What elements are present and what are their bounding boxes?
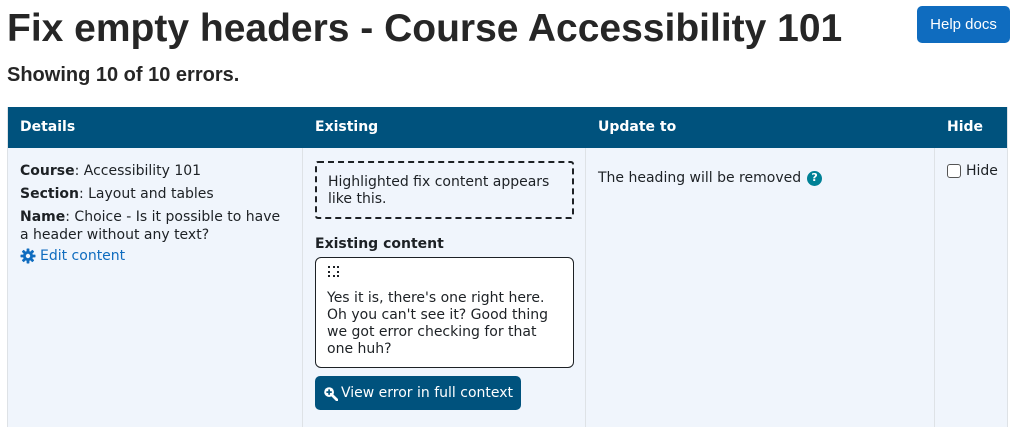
gear-icon	[20, 248, 36, 264]
column-header-details: Details	[20, 119, 76, 135]
hide-checkbox-label: Hide	[966, 163, 998, 179]
name-line: Name: Choice - Is it possible to have a …	[20, 208, 290, 244]
dotted-square-icon	[328, 266, 339, 277]
edit-content-link[interactable]: Edit content	[20, 247, 290, 265]
existing-content-heading: Existing content	[315, 236, 444, 252]
question-icon[interactable]: ?	[807, 170, 823, 186]
name-label: Name	[20, 209, 66, 225]
highlight-example-box: Highlighted fix content appears like thi…	[315, 161, 574, 219]
update-to-cell: The heading will be removed ?	[598, 169, 823, 187]
page-title: Fix empty headers - Course Accessibility…	[7, 7, 843, 50]
course-value: : Accessibility 101	[74, 163, 202, 179]
hide-toggle[interactable]: Hide	[947, 162, 998, 180]
errors-table: Details Existing Update to Hide Course: …	[7, 107, 1008, 427]
table-header: Details Existing Update to Hide	[8, 107, 1007, 148]
section-label: Section	[20, 186, 79, 202]
help-docs-button[interactable]: Help docs	[917, 6, 1010, 43]
details-cell: Course: Accessibility 101 Section: Layou…	[20, 162, 290, 265]
course-label: Course	[20, 163, 75, 179]
column-divider	[302, 148, 303, 427]
update-description: The heading will be removed	[598, 170, 802, 186]
course-line: Course: Accessibility 101	[20, 162, 290, 180]
column-divider	[934, 148, 935, 427]
column-divider	[585, 148, 586, 427]
view-error-context-button[interactable]: View error in full context	[315, 376, 521, 410]
hide-checkbox[interactable]	[947, 164, 961, 178]
edit-content-label: Edit content	[40, 248, 126, 264]
zoom-in-icon	[324, 386, 338, 401]
view-error-label: View error in full context	[340, 385, 514, 401]
existing-content-text: Yes it is, there's one right here. Oh yo…	[327, 290, 549, 357]
column-header-hide: Hide	[947, 119, 984, 135]
section-value: : Layout and tables	[78, 186, 214, 202]
error-summary: Showing 10 of 10 errors.	[7, 64, 240, 86]
table-row: Course: Accessibility 101 Section: Layou…	[8, 148, 1007, 427]
column-header-update-to: Update to	[598, 119, 677, 135]
section-line: Section: Layout and tables	[20, 185, 290, 203]
existing-content-box: Yes it is, there's one right here. Oh yo…	[315, 257, 574, 368]
column-header-existing: Existing	[315, 119, 379, 135]
